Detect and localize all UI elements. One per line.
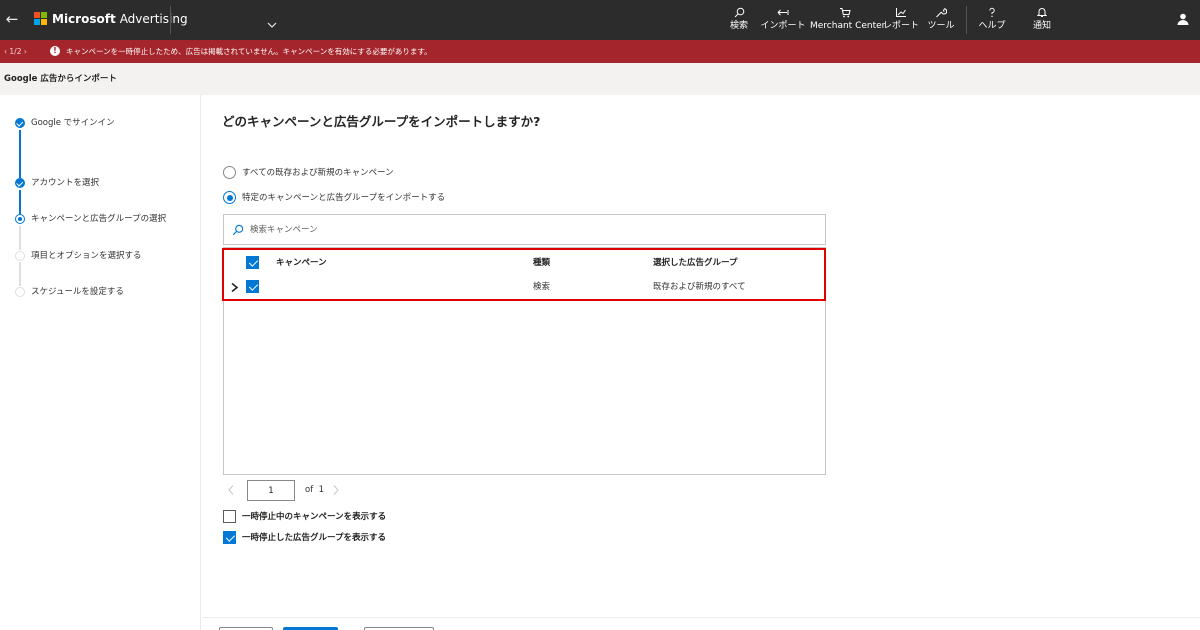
nav-reports[interactable]: レポート: [883, 7, 919, 35]
wizard-stepper: Google でサインイン アカウントを選択 キャンペーンと広告グループの選択 …: [0, 95, 201, 630]
nav-search[interactable]: 検索: [728, 7, 750, 35]
page-of-label: of: [305, 485, 314, 495]
nav-notifications-label: 通知: [1032, 21, 1051, 31]
brand-name[interactable]: Microsoft Advertising: [52, 11, 188, 27]
chevron-right-icon[interactable]: [331, 484, 341, 496]
page-number-input[interactable]: [247, 480, 295, 501]
checkbox[interactable]: [223, 510, 236, 523]
nav-help-label: ヘルプ: [978, 21, 1006, 31]
nav-merchant-center[interactable]: Merchant Center: [810, 7, 886, 35]
checkbox[interactable]: [223, 531, 236, 544]
search-icon: [232, 224, 244, 236]
page-title: Google 広告からインポート: [4, 74, 117, 84]
highlight-box: [222, 248, 826, 301]
step-label: スケジュールを設定する: [31, 287, 124, 297]
step-connector: [19, 130, 21, 178]
page-total: 1: [318, 485, 325, 495]
nav-merchant-center-label: Merchant Center: [810, 21, 886, 31]
step-connector: [19, 262, 21, 286]
user-avatar-icon[interactable]: [1176, 12, 1190, 26]
alert-info-icon: !: [50, 46, 60, 56]
pending-step-icon: [15, 251, 25, 261]
import-icon: [777, 9, 789, 16]
nav-import-label: インポート: [760, 21, 806, 31]
bell-icon: [1037, 8, 1047, 17]
pending-step-icon: [15, 287, 25, 297]
option-label: 一時停止中のキャンペーンを表示する: [242, 512, 387, 522]
help-icon: [989, 7, 995, 17]
alert-pager: ‹ 1/2 ›: [4, 46, 27, 57]
microsoft-logo-icon: [34, 12, 48, 26]
step-connector: [19, 190, 21, 214]
nav-tools[interactable]: ツール: [925, 7, 957, 35]
check-circle-icon: [15, 178, 25, 188]
back-arrow-icon[interactable]: ←: [4, 10, 20, 28]
chevron-left-icon[interactable]: [226, 484, 236, 496]
divider: [170, 6, 171, 34]
top-bar: ← Microsoft Advertising 検索 インポート Merchant…: [0, 0, 1200, 40]
brand-rest: Advertising: [119, 12, 188, 26]
campaign-search[interactable]: [223, 214, 826, 245]
check-circle-icon: [15, 118, 25, 128]
footer-divider: [202, 617, 1200, 618]
cart-icon: [840, 8, 851, 18]
chevron-left-icon[interactable]: ‹: [4, 46, 7, 57]
step-connector: [19, 226, 21, 250]
search-input[interactable]: [250, 222, 810, 238]
chevron-down-icon[interactable]: [265, 18, 279, 32]
wrench-icon: [936, 8, 947, 18]
chart-icon: [896, 8, 906, 17]
nav-tools-label: ツール: [927, 21, 955, 31]
nav-import[interactable]: インポート: [759, 7, 807, 35]
chevron-right-icon[interactable]: ›: [24, 46, 27, 57]
search-icon: [734, 7, 744, 18]
option-label: 一時停止した広告グループを表示する: [242, 533, 386, 543]
radio-label: 特定のキャンペーンと広告グループをインポートする: [242, 193, 446, 203]
alert-pager-total: 2: [16, 47, 22, 56]
page-title-bar: Google 広告からインポート: [0, 63, 1200, 95]
step-label: 項目とオプションを選択する: [31, 251, 142, 261]
main-heading: どのキャンペーンと広告グループをインポートしますか?: [222, 114, 541, 129]
brand-bold: Microsoft: [52, 12, 116, 26]
divider: [966, 6, 967, 34]
nav-search-label: 検索: [729, 21, 748, 31]
current-step-icon: [15, 214, 25, 224]
page-count: of 1: [305, 484, 324, 496]
radio-button[interactable]: [223, 166, 236, 179]
alert-message: キャンペーンを一時停止したため、広告は掲載されていません。キャンペーンを有効にす…: [66, 47, 432, 56]
alert-bar: ‹ 1/2 › ! キャンペーンを一時停止したため、広告は掲載されていません。キ…: [0, 40, 1200, 63]
radio-button[interactable]: [223, 191, 236, 204]
step-label: アカウントを選択: [31, 178, 100, 188]
nav-reports-label: レポート: [883, 21, 920, 31]
step-label: Google でサインイン: [31, 118, 115, 128]
step-label: キャンペーンと広告グループの選択: [31, 214, 167, 224]
nav-notifications[interactable]: 通知: [1030, 7, 1054, 35]
radio-label: すべての既存および新規のキャンペーン: [242, 168, 394, 178]
nav-help[interactable]: ヘルプ: [977, 7, 1007, 35]
